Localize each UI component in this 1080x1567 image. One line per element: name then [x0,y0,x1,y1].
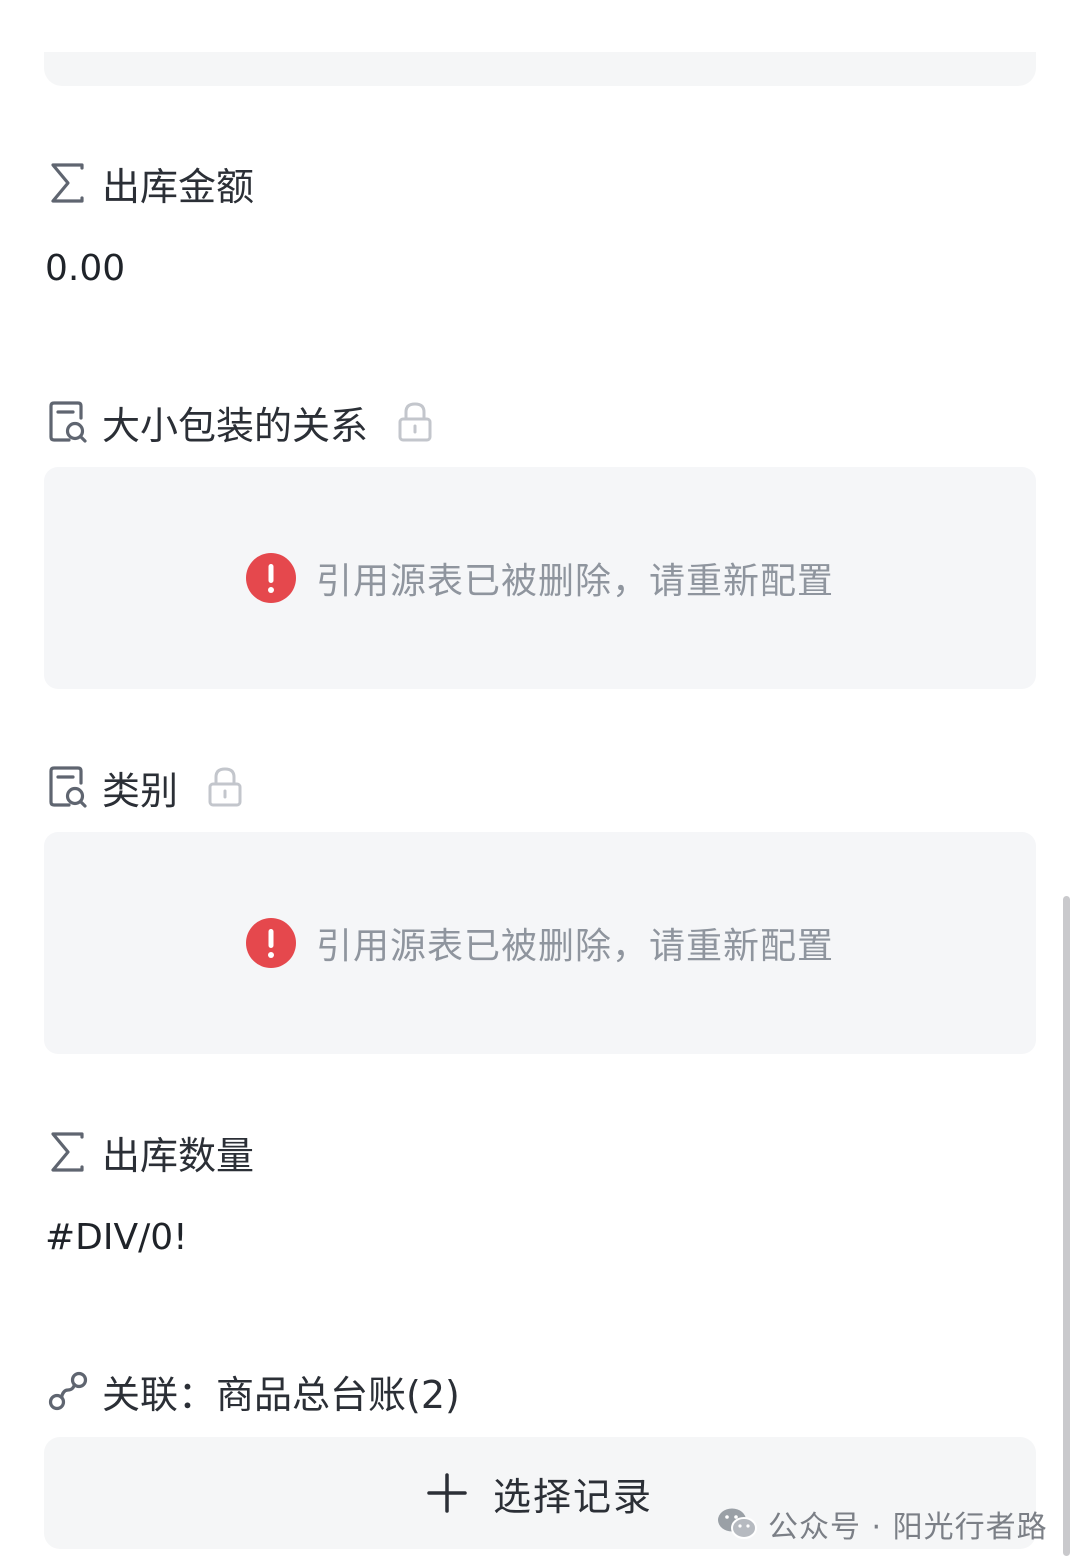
sigma-icon [46,1130,90,1174]
field-label-outbound-quantity: 出库数量 [46,1127,255,1178]
plus-icon [427,1473,467,1513]
lookup-icon [46,400,90,444]
field-label-text: 大小包装的关系 [102,403,369,448]
field-label-outbound-amount: 出库金额 [46,158,255,209]
sigma-icon [46,161,90,205]
error-message: 引用源表已被删除，请重新配置 [315,926,834,967]
lock-icon [396,400,434,444]
watermark: 公众号 · 阳光行者路 [716,1502,1048,1546]
field-value-outbound-quantity: #DIV/0! [45,1217,188,1258]
error-box-category: 引用源表已被删除，请重新配置 [44,832,1036,1054]
lookup-icon [46,765,90,809]
field-label-relation: 关联：商品总台账(2) [46,1366,460,1417]
lock-icon [206,765,244,809]
scrollbar[interactable] [1063,896,1070,1556]
previous-card-bottom [44,52,1036,86]
field-label-text: 出库金额 [102,164,255,209]
error-icon [245,918,296,968]
field-value-outbound-amount: 0.00 [45,248,126,289]
field-label-text: 类别 [102,768,179,813]
wechat-icon [718,1508,757,1539]
field-label-package-relation: 大小包装的关系 [46,397,434,448]
watermark-text: 公众号 · 阳光行者路 [768,1510,1048,1545]
field-label-category: 类别 [46,762,244,813]
field-label-text: 关联：商品总台账(2) [102,1372,460,1417]
top-partial-row [0,0,1080,14]
error-message: 引用源表已被删除，请重新配置 [315,561,834,602]
error-box-package-relation: 引用源表已被删除，请重新配置 [44,467,1036,689]
link-icon [46,1369,90,1413]
error-icon [245,553,296,603]
field-label-text: 出库数量 [102,1133,255,1178]
select-record-label: 选择记录 [492,1474,653,1519]
